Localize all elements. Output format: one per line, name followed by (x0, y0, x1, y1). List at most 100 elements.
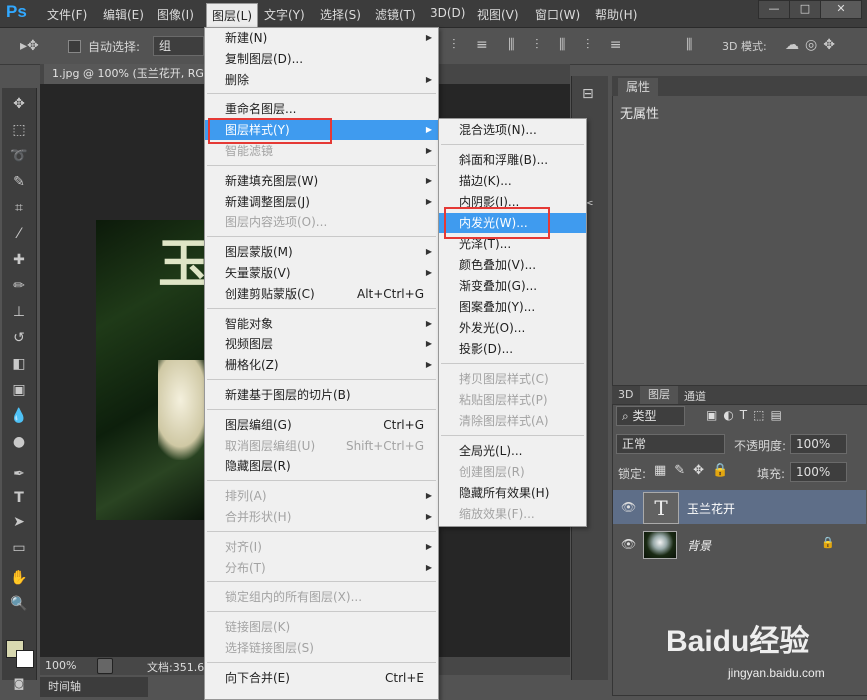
menu-image[interactable]: 图像(I) (157, 6, 194, 23)
layer-name[interactable]: 背景 (687, 537, 711, 554)
fill-input[interactable]: 100% (790, 462, 847, 482)
eyedropper-tool-icon[interactable]: ⁄ (8, 224, 30, 244)
submenu-arrow-icon: ▶ (425, 491, 432, 501)
auto-select-dropdown[interactable]: 组 (153, 36, 204, 56)
tab-3d[interactable]: 3D (618, 388, 633, 401)
lock-icons[interactable]: ▦✎✥🔒 (654, 463, 736, 478)
history-panel-icon[interactable]: ⊟ (582, 86, 594, 102)
move-tool-preset-icon[interactable]: ▸✥ (20, 38, 39, 54)
style_submenu-item[interactable]: 隐藏所有效果(H) (439, 483, 586, 503)
opacity-input[interactable]: 100% (790, 434, 847, 454)
tab-channels[interactable]: 通道 (684, 388, 706, 404)
layer_menu-item[interactable]: 矢量蒙版(V) ▶ (205, 263, 438, 283)
lasso-tool-icon[interactable]: ➰ (8, 146, 30, 166)
crop-tool-icon[interactable]: ⌗ (8, 198, 30, 218)
zoom-level[interactable]: 100% (45, 659, 76, 672)
style_submenu-item[interactable]: 斜面和浮雕(B)... (439, 150, 586, 170)
menu-select[interactable]: 选择(S) (320, 6, 361, 23)
layer_menu-item[interactable]: 新建填充图层(W) ▶ (205, 171, 438, 191)
timeline-tab[interactable]: 时间轴 (40, 677, 148, 697)
layer_menu-item[interactable]: 创建剪贴蒙版(C) Alt+Ctrl+G (205, 284, 438, 304)
style_submenu-item[interactable]: 图案叠加(Y)... (439, 297, 586, 317)
type-tool-icon[interactable]: T (8, 488, 30, 508)
layer_menu-item[interactable]: 删除 ▶ (205, 70, 438, 90)
dodge-tool-icon[interactable]: ● (8, 432, 30, 452)
layer-filter-dropdown[interactable]: ⌕ 类型 (616, 406, 685, 426)
gradient-tool-icon[interactable]: ▣ (8, 380, 30, 400)
layer_menu-item[interactable]: 新建(N) ▶ (205, 28, 438, 48)
layer_menu-item[interactable]: 图层编组(G) Ctrl+G (205, 415, 438, 435)
zoom-tool-icon[interactable]: 🔍 (8, 594, 30, 614)
layer_menu-item[interactable]: 复制图层(D)... (205, 49, 438, 69)
quick-select-tool-icon[interactable]: ✎ (8, 172, 30, 192)
healing-brush-tool-icon[interactable]: ✚ (8, 250, 30, 270)
properties-tab[interactable]: 属性 (618, 78, 659, 96)
layer-style-submenu: 混合选项(N)... 斜面和浮雕(B)... 描边(K)... 内阴影(I)... 内发… (438, 118, 587, 527)
menu-edit[interactable]: 编辑(E) (103, 6, 144, 23)
path-select-tool-icon[interactable]: ➤ (8, 512, 30, 532)
hand-tool-icon[interactable]: ✋ (8, 568, 30, 588)
menu-separator (207, 408, 436, 410)
history-brush-tool-icon[interactable]: ↺ (8, 328, 30, 348)
layer-filter-icons[interactable]: ▣◐T⬚▤ (706, 408, 788, 422)
style_submenu-item[interactable]: 混合选项(N)... (439, 120, 586, 140)
move-tool-icon[interactable]: ✥ (8, 94, 30, 114)
layer_menu-item[interactable]: 图层蒙版(M) ▶ (205, 242, 438, 262)
style_submenu-item[interactable]: 全局光(L)... (439, 441, 586, 461)
layer_menu-item[interactable]: 新建基于图层的切片(B) (205, 385, 438, 405)
close-button[interactable]: ✕ (820, 0, 862, 19)
menu-file[interactable]: 文件(F) (47, 6, 87, 23)
layer_menu-item[interactable]: 向下合并(E) Ctrl+E (205, 668, 438, 688)
menu-layer[interactable]: 图层(L) (206, 3, 259, 28)
style_submenu-item[interactable]: 投影(D)... (439, 339, 586, 359)
align-icons[interactable]: ⫶ ≡ ⫼ ⫶ ⫼ ⫶ ≡ (452, 37, 630, 53)
style_submenu-item[interactable]: 外发光(O)... (439, 318, 586, 338)
background-color-swatch[interactable] (16, 650, 34, 668)
menu-item-label: 混合选项(N)... (459, 123, 537, 137)
marquee-tool-icon[interactable]: ⬚ (8, 120, 30, 140)
layer-row-text[interactable]: 👁 T 玉兰花开 (613, 490, 866, 524)
status-info-icon[interactable] (97, 658, 113, 674)
visibility-eye-icon[interactable]: 👁 (621, 500, 636, 514)
style_submenu-item[interactable]: 描边(K)... (439, 171, 586, 191)
style_submenu-item[interactable]: 颜色叠加(V)... (439, 255, 586, 275)
clone-stamp-tool-icon[interactable]: ⊥ (8, 302, 30, 322)
layer_menu-item[interactable]: 隐藏图层(R) (205, 456, 438, 476)
pen-tool-icon[interactable]: ✒ (8, 464, 30, 484)
menu-item-label: 复制图层(D)... (225, 51, 304, 66)
visibility-eye-icon[interactable]: 👁 (621, 537, 636, 551)
auto-align-icon[interactable]: ⫼ (686, 37, 692, 53)
submenu-arrow-icon: ▶ (425, 196, 432, 206)
menu-filter[interactable]: 滤镜(T) (375, 6, 416, 23)
menu-item-label: 隐藏图层(R) (225, 459, 291, 474)
eraser-tool-icon[interactable]: ◧ (8, 354, 30, 374)
menu-item-label: 链接图层(K) (225, 620, 291, 635)
blend-mode-dropdown[interactable]: 正常 (616, 434, 725, 454)
maximize-button[interactable]: □ (789, 0, 821, 19)
menu-view[interactable]: 视图(V) (477, 6, 519, 23)
blur-tool-icon[interactable]: 💧 (8, 406, 30, 426)
menu-type[interactable]: 文字(Y) (264, 6, 305, 23)
menu-3d[interactable]: 3D(D) (430, 6, 465, 20)
minimize-button[interactable]: — (758, 0, 790, 19)
3d-mode-icons[interactable]: ☁◎✥ (785, 37, 841, 53)
layer_menu-item[interactable]: 新建调整图层(J) ▶ (205, 192, 438, 212)
menu-window[interactable]: 窗口(W) (535, 6, 580, 23)
brush-tool-icon[interactable]: ✏ (8, 276, 30, 296)
layer-name[interactable]: 玉兰花开 (687, 500, 735, 517)
layer_menu-item[interactable]: 栅格化(Z) ▶ (205, 355, 438, 375)
layer-filter-label: 类型 (632, 409, 657, 423)
layer-row-background[interactable]: 👁 背景 🔒 (613, 527, 866, 561)
toolbox: ✥ ⬚ ➰ ✎ ⌗ ⁄ ✚ ✏ ⊥ ↺ ◧ ▣ 💧 ● ✒ T ➤ ▭ ✋ 🔍 … (2, 88, 37, 690)
layer_menu-item[interactable]: 视频图层 ▶ (205, 334, 438, 354)
style_submenu-item[interactable]: 渐变叠加(G)... (439, 276, 586, 296)
quick-mask-icon[interactable]: ◙ (8, 674, 30, 694)
document-tab[interactable]: 1.jpg @ 100% (玉兰花开, RGB/8) (44, 64, 212, 84)
menu-separator (207, 93, 436, 95)
rectangle-tool-icon[interactable]: ▭ (8, 538, 30, 558)
tab-layers[interactable]: 图层 (640, 386, 678, 404)
menu-help[interactable]: 帮助(H) (595, 6, 637, 23)
layer_menu-item[interactable]: 重命名图层... (205, 99, 438, 119)
auto-select-checkbox[interactable] (68, 40, 81, 53)
layer_menu-item[interactable]: 智能对象 ▶ (205, 314, 438, 334)
